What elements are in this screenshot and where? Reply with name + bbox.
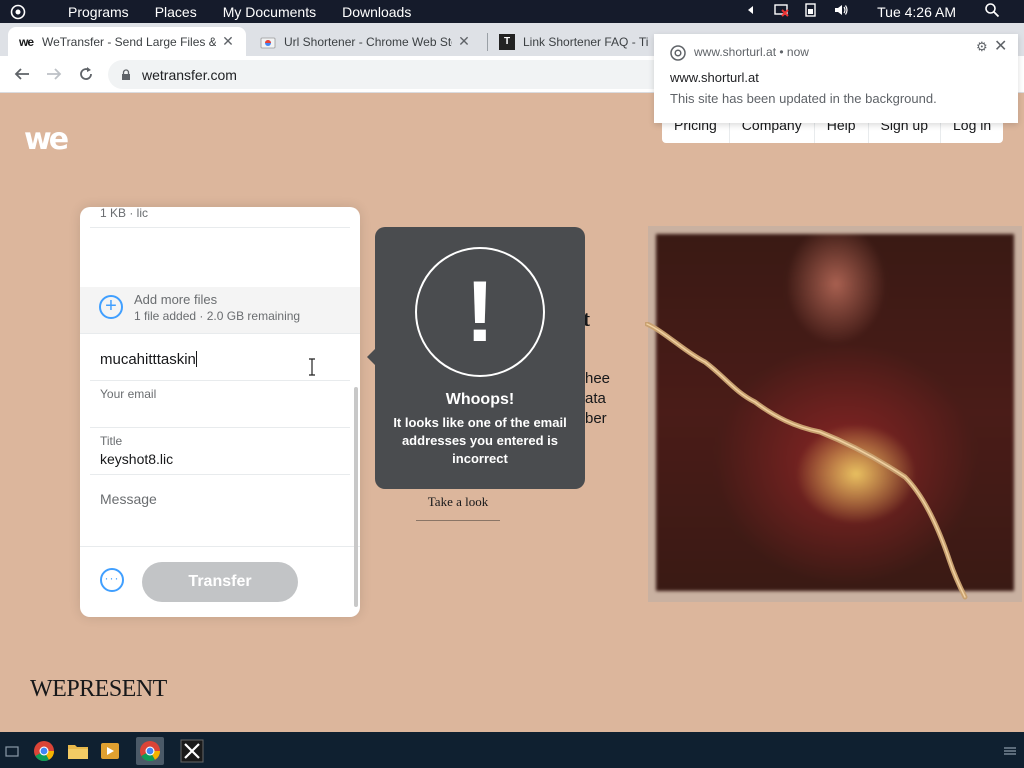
upload-panel: 1 KB · lic + Add more files 1 file added…: [80, 207, 360, 617]
wetransfer-logo[interactable]: we: [24, 122, 69, 157]
file-manager-icon[interactable]: [64, 737, 92, 765]
url-text: wetransfer.com: [142, 66, 237, 83]
chrome-launcher-icon[interactable]: [30, 737, 58, 765]
page-content: we Pricing Company Help Sign up Log in 1…: [0, 94, 1024, 732]
take-a-look-link[interactable]: Take a look: [416, 494, 500, 521]
notification-time: now: [786, 45, 809, 59]
back-button[interactable]: [10, 62, 34, 86]
tab-title: WeTransfer - Send Large Files &: [42, 34, 216, 49]
terminal-window-icon[interactable]: [178, 737, 206, 765]
article-text-fragment: ata: [585, 390, 606, 407]
clock[interactable]: Tue 4:26 AM: [877, 4, 956, 20]
tl-favicon-icon: T: [499, 33, 515, 50]
tab-separator: [487, 33, 488, 51]
transfer-button[interactable]: Transfer: [142, 562, 298, 602]
divider: [90, 380, 350, 381]
divider: [90, 227, 350, 228]
wetransfer-favicon-icon: we: [18, 34, 34, 49]
notification-origin: www.shorturl.at • now: [694, 45, 809, 59]
taskbar: [0, 732, 1024, 768]
email-to-value: mucahitttaskin: [100, 351, 196, 368]
divider: [90, 427, 350, 428]
reload-button[interactable]: [74, 62, 98, 86]
divider: [80, 546, 360, 547]
system-tray: Tue 4:26 AM: [743, 0, 1024, 23]
tab-close-icon[interactable]: ✕: [456, 33, 472, 50]
panel-scrollbar[interactable]: [354, 387, 358, 607]
menu-places[interactable]: Places: [155, 4, 197, 20]
notification-origin-text: www.shorturl.at: [694, 45, 777, 59]
liquid-splash-decoration: [645, 322, 968, 600]
address-bar[interactable]: wetransfer.com: [108, 60, 708, 89]
error-message: It looks like one of the email addresses…: [393, 415, 567, 466]
add-files-status: 1 file added · 2.0 GB remaining: [134, 309, 301, 323]
volume-icon[interactable]: [833, 2, 849, 21]
network-disabled-icon[interactable]: [773, 2, 789, 21]
back-arrow-icon: [14, 68, 29, 80]
wepresent-logo[interactable]: WEPRESENT: [30, 676, 167, 703]
tab-title: Url Shortener - Chrome Web Sto: [284, 34, 452, 49]
more-options-button[interactable]: ···: [100, 568, 124, 592]
error-tooltip: ! Whoops! It looks like one of the email…: [367, 227, 585, 489]
forward-arrow-icon: [47, 68, 62, 80]
tab-wetransfer[interactable]: we WeTransfer - Send Large Files & ✕: [8, 27, 246, 56]
title-field[interactable]: keyshot8.lic: [100, 451, 173, 467]
file-meta: 1 KB · lic: [100, 207, 149, 220]
lock-icon: [122, 68, 130, 80]
exclamation-mark: !: [465, 264, 495, 360]
chrome-icon: [670, 45, 686, 61]
tab-link-shortener-faq[interactable]: T Link Shortener FAQ - Tim: [489, 27, 659, 56]
tray-arrow-icon[interactable]: [743, 2, 759, 21]
divider: [90, 474, 350, 475]
menu-programs[interactable]: Programs: [68, 4, 129, 20]
article-text-fragment: hee: [585, 370, 611, 387]
tab-close-icon[interactable]: ✕: [220, 33, 236, 50]
title-label: Title: [100, 434, 123, 448]
search-icon[interactable]: [984, 2, 1000, 21]
menu-my-documents[interactable]: My Documents: [223, 4, 316, 20]
chrome-window-icon[interactable]: [136, 737, 164, 765]
error-title: Whoops!: [445, 391, 515, 408]
notification-title: www.shorturl.at: [670, 70, 759, 85]
media-player-icon[interactable]: [96, 737, 124, 765]
site-notification[interactable]: www.shorturl.at • now ⚙ ✕ www.shorturl.a…: [654, 34, 1018, 123]
add-files-title: Add more files: [134, 292, 218, 307]
chrome-web-store-favicon-icon: [260, 34, 276, 50]
text-cursor-icon: [309, 358, 315, 376]
forward-button[interactable]: [42, 62, 66, 86]
system-menu: Programs Places My Documents Downloads: [68, 4, 411, 20]
battery-icon[interactable]: [803, 2, 819, 21]
menu-lines-icon[interactable]: [998, 737, 1022, 765]
notification-body: This site has been updated in the backgr…: [670, 91, 937, 106]
notification-separator: •: [779, 45, 787, 59]
message-field[interactable]: Message: [100, 491, 157, 507]
tab-url-shortener[interactable]: Url Shortener - Chrome Web Sto ✕: [250, 27, 482, 56]
add-circle-icon[interactable]: +: [99, 295, 123, 319]
article-text-fragment: ber: [585, 410, 607, 427]
add-more-files[interactable]: + Add more files 1 file added · 2.0 GB r…: [80, 287, 360, 334]
gear-icon[interactable]: ⚙: [976, 39, 988, 55]
close-icon[interactable]: ✕: [994, 36, 1007, 56]
your-email-field[interactable]: Your email: [100, 387, 156, 401]
menu-downloads[interactable]: Downloads: [342, 4, 411, 20]
show-desktop-icon[interactable]: [0, 737, 24, 765]
warning-circle-icon: !: [415, 247, 545, 377]
text-caret: [195, 351, 197, 367]
activities-icon[interactable]: [0, 0, 36, 23]
system-top-panel: Programs Places My Documents Downloads T…: [0, 0, 1024, 23]
reload-icon: [80, 67, 92, 80]
tab-title: Link Shortener FAQ - Tim: [523, 34, 649, 49]
